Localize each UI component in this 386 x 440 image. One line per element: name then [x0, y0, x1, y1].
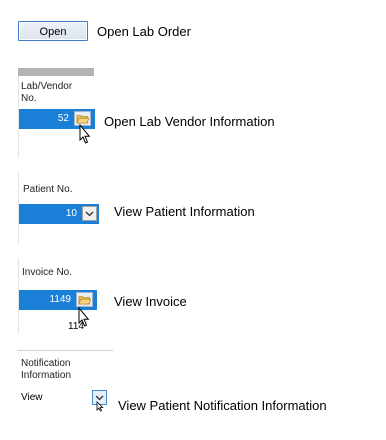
lab-vendor-column: Lab/Vendor No. 52	[18, 76, 95, 158]
patient-description: View Patient Information	[114, 204, 255, 219]
mouse-pointer-icon	[96, 401, 104, 412]
invoice-number: 1149	[49, 294, 71, 305]
invoice-description: View Invoice	[114, 294, 187, 309]
notification-top-divider	[17, 350, 113, 351]
invoice-open-button[interactable]	[76, 292, 93, 307]
open-lab-order-description: Open Lab Order	[97, 24, 191, 39]
folder-icon	[78, 296, 92, 305]
notification-value: View	[21, 392, 43, 403]
notification-description: View Patient Notification Information	[118, 398, 327, 413]
patient-column: Patient No. 10	[18, 171, 99, 245]
mouse-pointer-icon	[78, 307, 90, 327]
mouse-pointer-icon	[79, 124, 91, 144]
chevron-down-icon	[85, 211, 94, 217]
invoice-column: Invoice No. 1149 114	[18, 258, 97, 334]
column-header-bar	[18, 68, 94, 76]
lab-vendor-number: 52	[57, 113, 69, 124]
notification-header: Notification Information	[21, 358, 72, 381]
patient-dropdown-button[interactable]	[82, 206, 97, 221]
open-lab-order-button[interactable]: Open	[18, 21, 88, 41]
lab-vendor-description: Open Lab Vendor Information	[104, 114, 275, 129]
patient-header: Patient No.	[23, 184, 73, 195]
patient-number: 10	[65, 208, 77, 219]
invoice-header: Invoice No.	[22, 267, 73, 278]
lab-vendor-header: Lab/Vendor No.	[21, 81, 73, 104]
patient-cell[interactable]: 10	[19, 204, 99, 224]
